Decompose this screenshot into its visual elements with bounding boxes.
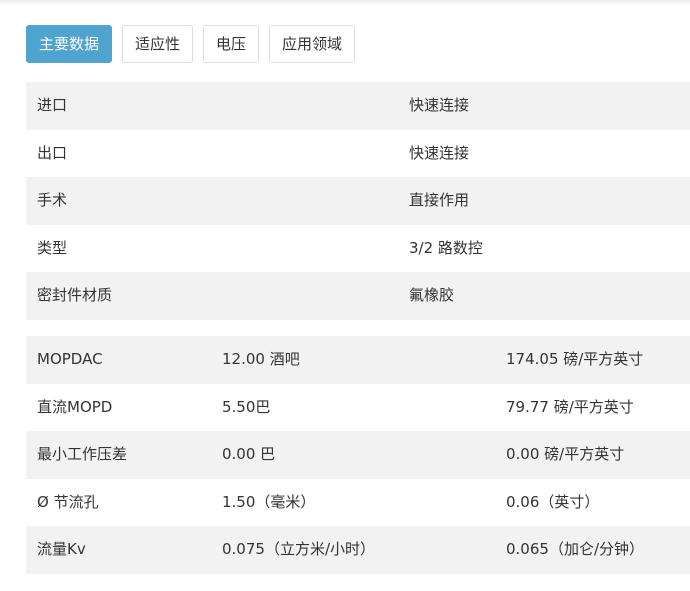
main-data-table: 进口 快速连接 出口 快速连接 手术 直接作用 类型 3/2 路数控 密封件材质… <box>26 82 690 320</box>
tab-main-data[interactable]: 主要数据 <box>26 25 113 63</box>
row-label: 手术 <box>37 191 68 210</box>
row-value: 快速连接 <box>409 96 470 114</box>
imperial-value: 0.00 磅/平方英寸 <box>506 445 625 464</box>
imperial-value: 79.77 磅/平方英寸 <box>506 397 634 416</box>
tab-applications[interactable]: 应用领域 <box>269 25 356 63</box>
table-row: 直流MOPD 5.50巴 79.77 磅/平方英寸 <box>26 384 690 432</box>
top-divider <box>0 0 690 6</box>
table-row: 手术 直接作用 <box>26 177 690 225</box>
row-label: Ø 节流孔 <box>37 492 99 511</box>
tab-compatibility[interactable]: 适应性 <box>122 25 194 63</box>
row-value: 直接作用 <box>409 191 470 210</box>
table-row: 进口 快速连接 <box>26 82 690 130</box>
imperial-value: 174.05 磅/平方英寸 <box>506 350 644 368</box>
tab-voltage[interactable]: 电压 <box>203 25 260 63</box>
metric-value: 0.00 巴 <box>222 445 276 464</box>
row-label: 流量Kv <box>37 540 86 559</box>
imperial-value: 0.065（加仑/分钟） <box>506 540 644 559</box>
table-row: 流量Kv 0.075（立方米/小时） 0.065（加仑/分钟） <box>26 526 690 574</box>
table-row: 出口 快速连接 <box>26 130 690 178</box>
table-row: 类型 3/2 路数控 <box>26 225 690 273</box>
row-value: 快速连接 <box>409 143 470 162</box>
row-label: 最小工作压差 <box>37 445 128 464</box>
row-value: 氟橡胶 <box>409 286 455 305</box>
table-row: 最小工作压差 0.00 巴 0.00 磅/平方英寸 <box>26 431 690 479</box>
row-value: 3/2 路数控 <box>409 238 483 257</box>
row-label: 密封件材质 <box>37 286 113 305</box>
metric-value: 0.075（立方米/小时） <box>222 540 375 559</box>
table-row: Ø 节流孔 1.50（毫米） 0.06（英寸） <box>26 479 690 527</box>
metric-value: 1.50（毫米） <box>222 492 316 511</box>
tab-bar: 主要数据 适应性 电压 应用领域 <box>26 25 356 63</box>
table-row: MOPDAC 12.00 酒吧 174.05 磅/平方英寸 <box>26 336 690 384</box>
row-label: MOPDAC <box>37 350 103 368</box>
metric-value: 5.50巴 <box>222 397 271 416</box>
table-row: 密封件材质 氟橡胶 <box>26 272 690 320</box>
imperial-value: 0.06（英寸） <box>506 492 600 511</box>
row-label: 类型 <box>37 238 68 257</box>
row-label: 出口 <box>37 143 68 162</box>
row-label: 直流MOPD <box>37 397 113 416</box>
row-label: 进口 <box>37 96 68 114</box>
metric-value: 12.00 酒吧 <box>222 350 300 368</box>
pressure-data-table: MOPDAC 12.00 酒吧 174.05 磅/平方英寸 直流MOPD 5.5… <box>26 336 690 574</box>
